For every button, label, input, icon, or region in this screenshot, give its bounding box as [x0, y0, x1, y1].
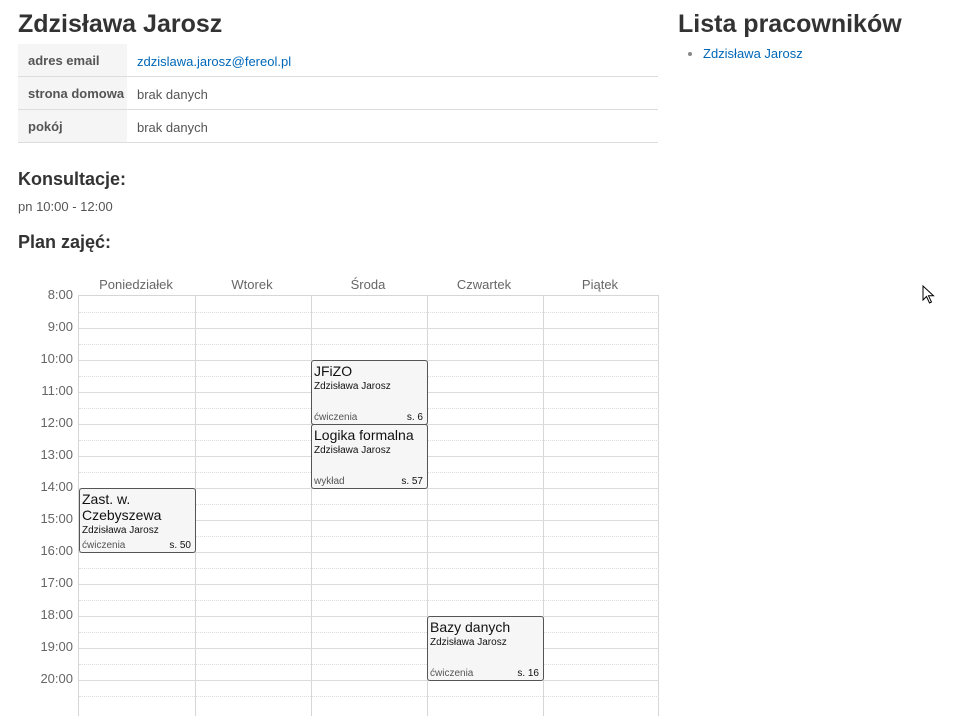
hour-gridline [79, 328, 659, 329]
course-type: ćwiczenia [82, 540, 126, 551]
hour-label: 8:00 [47, 287, 73, 302]
info-label-email: adres email [18, 44, 127, 77]
timetable-grid: JFiZO Zdzisława Jarosz ćwiczenia s. 6 Logika… [78, 295, 659, 716]
course-event[interactable]: Logika formalna Zdzisława Jarosz wykład s. … [311, 424, 428, 489]
hour-label: 16:00 [40, 543, 73, 558]
employee-info-table: adres email zdzislawa.jarosz@fereol.pl s… [18, 44, 658, 143]
course-teacher: Zdzisława Jarosz [430, 637, 507, 648]
info-row-homepage: strona domowa brak danych [18, 76, 658, 110]
course-room: s. 50 [169, 540, 191, 551]
course-room: s. 57 [401, 476, 423, 487]
hour-label: 11:00 [41, 383, 73, 398]
half-hour-gridline [79, 632, 659, 633]
half-hour-gridline [79, 664, 659, 665]
day-column-divider [311, 296, 312, 716]
hour-label: 10:00 [40, 351, 73, 366]
course-event[interactable]: Bazy danych Zdzisława Jarosz ćwiczenia s. 1… [427, 616, 544, 681]
mouse-cursor-icon [922, 285, 935, 304]
hour-label: 12:00 [40, 415, 73, 430]
course-event[interactable]: JFiZO Zdzisława Jarosz ćwiczenia s. 6 [311, 360, 428, 425]
day-column-divider [658, 296, 659, 716]
email-link[interactable]: zdzislawa.jarosz@fereol.pl [137, 54, 291, 69]
info-value-email: zdzislawa.jarosz@fereol.pl [127, 44, 658, 77]
hour-label: 14:00 [40, 479, 73, 494]
course-type: ćwiczenia [314, 412, 358, 423]
employee-list-item: Zdzisława Jarosz [703, 45, 803, 63]
hour-gridline [79, 616, 659, 617]
course-teacher: Zdzisława Jarosz [314, 445, 391, 456]
course-title: Logika formalna [314, 427, 414, 443]
consultations-text: pn 10:00 - 12:00 [18, 199, 113, 214]
course-title: Zast. w. Czebyszewa [82, 491, 162, 523]
course-type: wykład [314, 476, 345, 487]
hour-label: 18:00 [40, 607, 73, 622]
hour-label: 15:00 [40, 511, 73, 526]
employee-list-heading: Lista pracowników [678, 10, 902, 38]
course-event[interactable]: Zast. w. Czebyszewa Zdzisława Jarosz ćwicz… [79, 488, 196, 553]
info-value-homepage: brak danych [127, 76, 658, 110]
course-title: Bazy danych [430, 619, 511, 635]
day-header: Czwartek [456, 277, 512, 292]
day-header: Poniedziałek [99, 277, 173, 292]
course-teacher: Zdzisława Jarosz [82, 525, 159, 536]
hour-gridline [79, 584, 659, 585]
course-room: s. 16 [517, 668, 539, 679]
info-label-room: pokój [18, 109, 127, 143]
info-value-room: brak danych [127, 109, 658, 143]
employee-name-heading: Zdzisława Jarosz [18, 10, 223, 38]
employee-list: Zdzisława Jarosz [685, 45, 803, 63]
course-title: JFiZO [314, 363, 353, 379]
hour-label: 13:00 [40, 447, 73, 462]
info-row-room: pokój brak danych [18, 109, 658, 143]
hour-label: 19:00 [40, 639, 73, 654]
hour-gridline [79, 648, 659, 649]
info-row-email: adres email zdzislawa.jarosz@fereol.pl [18, 44, 658, 77]
day-header: Wtorek [231, 277, 273, 292]
course-teacher: Zdzisława Jarosz [314, 381, 391, 392]
half-hour-gridline [79, 696, 659, 697]
half-hour-gridline [79, 568, 659, 569]
half-hour-gridline [79, 344, 659, 345]
hour-gridline [79, 680, 659, 681]
half-hour-gridline [79, 312, 659, 313]
employee-link[interactable]: Zdzisława Jarosz [703, 46, 803, 61]
hour-label: 20:00 [40, 671, 73, 686]
day-header: Środa [350, 277, 386, 292]
info-label-homepage: strona domowa [18, 76, 127, 110]
half-hour-gridline [79, 600, 659, 601]
schedule-heading: Plan zajęć: [18, 232, 112, 252]
course-room: s. 6 [406, 412, 423, 423]
consultations-heading: Konsultacje: [18, 169, 127, 189]
day-header: Piątek [581, 277, 619, 292]
hour-label: 9:00 [47, 319, 73, 334]
hour-label: 17:00 [40, 575, 73, 590]
timetable: JFiZO Zdzisława Jarosz ćwiczenia s. 6 Logika… [18, 270, 659, 716]
course-type: ćwiczenia [430, 668, 474, 679]
